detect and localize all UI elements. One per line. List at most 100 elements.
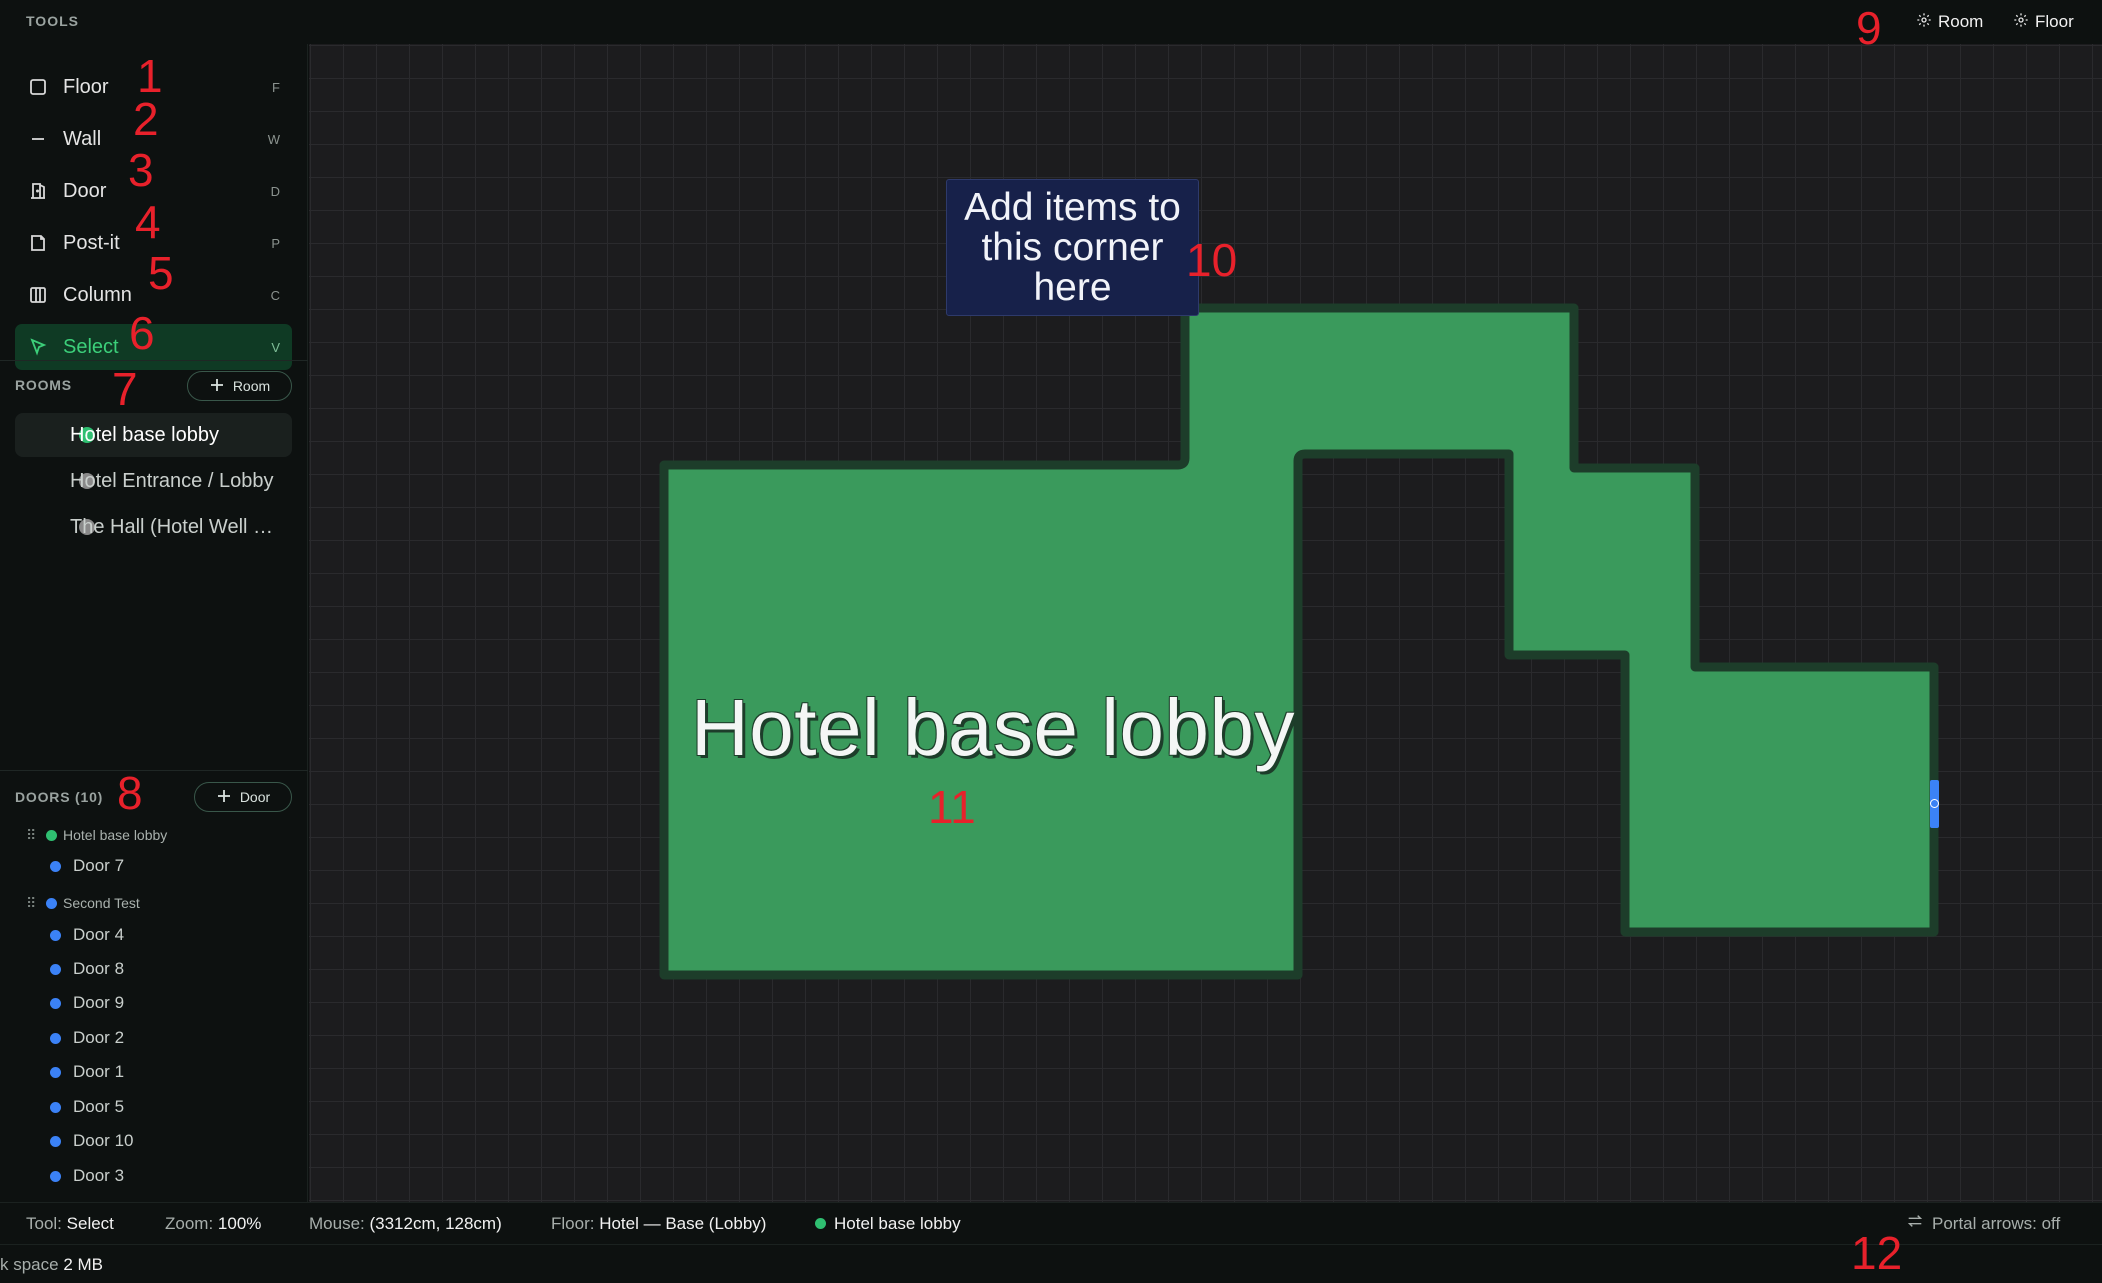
tool-label: Wall xyxy=(63,127,102,150)
door-item-label: Door 3 xyxy=(73,1166,125,1185)
door-color-dot xyxy=(50,1170,61,1182)
tool-shortcut: V xyxy=(271,339,280,355)
floor-plan-canvas[interactable]: Add items to this corner here Hotel base… xyxy=(309,44,2102,1202)
door-group-label: Hotel base lobby xyxy=(63,827,168,843)
door-group-second-test[interactable]: ⠿ Second Test xyxy=(26,891,140,915)
postit-note[interactable]: Add items to this corner here xyxy=(946,179,1199,316)
storage-info: k space 2 MB xyxy=(0,1255,103,1275)
door-color-dot xyxy=(50,860,61,872)
pointer-icon xyxy=(27,336,49,358)
door-item[interactable]: Door 10 xyxy=(50,1128,133,1154)
door-group-label: Second Test xyxy=(63,895,140,911)
add-room-button[interactable]: Room xyxy=(187,371,292,401)
status-zoom: Zoom: 100% xyxy=(165,1214,261,1234)
sidebar: Floor F Wall W Door D Post-it P Column C xyxy=(0,44,308,1202)
tool-postit[interactable]: Post-it P xyxy=(15,220,292,266)
add-door-label: Door xyxy=(239,789,271,805)
door-item-label: Door 9 xyxy=(73,993,125,1012)
storage-value: 2 MB xyxy=(63,1255,104,1274)
tool-label: Post-it xyxy=(63,231,120,254)
status-floor: Floor: Hotel — Base (Lobby) xyxy=(551,1214,766,1234)
door-color-dot xyxy=(50,929,61,941)
portal-arrows-label: Portal arrows: off xyxy=(1932,1213,2061,1233)
status-bar: Tool: Select Zoom: 100% Mouse: (3312cm, … xyxy=(0,1202,2102,1244)
status-floor-value: Hotel — Base (Lobby) xyxy=(599,1214,767,1233)
top-bar: TOOLS Room Floor xyxy=(0,0,2102,44)
door-item[interactable]: Door 1 xyxy=(50,1059,124,1085)
status-tool-value: Select xyxy=(66,1214,114,1233)
tool-column[interactable]: Column C xyxy=(15,272,292,318)
door-item[interactable]: Door 8 xyxy=(50,956,124,982)
floor-settings-label: Floor xyxy=(2035,12,2074,31)
door-color-dot xyxy=(50,1066,61,1078)
tool-select[interactable]: Select V xyxy=(15,324,292,370)
add-door-button[interactable]: Door xyxy=(194,782,292,812)
door-item-label: Door 5 xyxy=(73,1097,125,1116)
room-item-hotel-entrance[interactable]: Hotel Entrance / Lobby xyxy=(15,459,292,503)
status-floor-label: Floor: xyxy=(551,1214,595,1233)
room-polygon-hotel-base-lobby[interactable] xyxy=(659,303,1939,980)
door-item[interactable]: Door 7 xyxy=(50,853,124,879)
tool-shortcut: F xyxy=(272,79,280,95)
door-color-dot xyxy=(50,1032,61,1044)
tool-shortcut: P xyxy=(271,235,280,251)
door-item[interactable]: Door 5 xyxy=(50,1094,124,1120)
door-item-label: Door 8 xyxy=(73,959,125,978)
door-color-dot xyxy=(50,1101,61,1113)
bottom-strip: k space 2 MB xyxy=(0,1244,2102,1283)
floor-settings-button[interactable]: Floor xyxy=(2013,8,2074,36)
door-group-hotel-base-lobby[interactable]: ⠿ Hotel base lobby xyxy=(26,823,167,847)
status-zoom-label: Zoom: xyxy=(165,1214,214,1233)
door-item[interactable]: Door 9 xyxy=(50,990,124,1016)
drag-handle-icon[interactable]: ⠿ xyxy=(26,827,38,844)
plus-icon xyxy=(209,377,225,396)
door-item-label: Door 1 xyxy=(73,1062,125,1081)
drag-handle-icon[interactable]: ⠿ xyxy=(26,895,38,912)
plus-icon xyxy=(216,788,232,807)
gear-icon xyxy=(2013,12,2029,33)
doors-section-title: DOORS (10) xyxy=(15,789,104,805)
status-tool-label: Tool: xyxy=(26,1214,62,1233)
room-item-the-hall[interactable]: The Hall (Hotel Well Room) xyxy=(15,505,292,549)
room-item-label: Hotel base lobby xyxy=(70,423,219,446)
room-color-dot xyxy=(815,1218,826,1229)
door-item[interactable]: Door 3 xyxy=(50,1163,124,1189)
door-item-label: Door 4 xyxy=(73,925,125,944)
divider xyxy=(0,770,308,771)
door-item-label: Door 2 xyxy=(73,1028,125,1047)
status-room-value: Hotel base lobby xyxy=(834,1214,961,1233)
room-settings-button[interactable]: Room xyxy=(1916,8,1983,36)
swap-arrows-icon xyxy=(1906,1212,1924,1235)
group-color-dot xyxy=(46,829,57,841)
door-item-label: Door 10 xyxy=(73,1131,134,1150)
tool-label: Select xyxy=(63,335,119,358)
door-item[interactable]: Door 2 xyxy=(50,1025,124,1051)
storage-label: k space xyxy=(0,1255,59,1274)
room-shape-layer xyxy=(659,303,1939,980)
square-icon xyxy=(27,76,49,98)
tool-wall[interactable]: Wall W xyxy=(15,116,292,162)
status-zoom-value: 100% xyxy=(217,1214,262,1233)
rooms-section-title: ROOMS xyxy=(15,377,72,393)
door-icon xyxy=(27,180,49,202)
portal-arrows-toggle[interactable]: Portal arrows: off xyxy=(1906,1212,2060,1235)
status-mouse-label: Mouse: xyxy=(309,1214,365,1233)
door-color-dot xyxy=(50,963,61,975)
status-room: Hotel base lobby xyxy=(815,1214,961,1234)
divider xyxy=(0,360,308,361)
status-mouse-value: (3312cm, 128cm) xyxy=(369,1214,502,1233)
room-item-label: Hotel Entrance / Lobby xyxy=(70,469,274,492)
door-handle[interactable] xyxy=(1930,780,1939,828)
door-color-dot xyxy=(50,997,61,1009)
door-handle-knob[interactable] xyxy=(1930,799,1939,808)
door-item[interactable]: Door 4 xyxy=(50,922,124,948)
tool-floor[interactable]: Floor F xyxy=(15,64,292,110)
group-color-dot xyxy=(46,897,57,909)
tool-label: Door xyxy=(63,179,107,202)
room-item-hotel-base-lobby[interactable]: Hotel base lobby xyxy=(15,413,292,457)
tool-shortcut: C xyxy=(270,287,280,303)
tool-shortcut: D xyxy=(270,183,280,199)
room-item-label: The Hall (Hotel Well Room) xyxy=(70,515,282,538)
door-color-dot xyxy=(50,1135,61,1147)
tool-door[interactable]: Door D xyxy=(15,168,292,214)
